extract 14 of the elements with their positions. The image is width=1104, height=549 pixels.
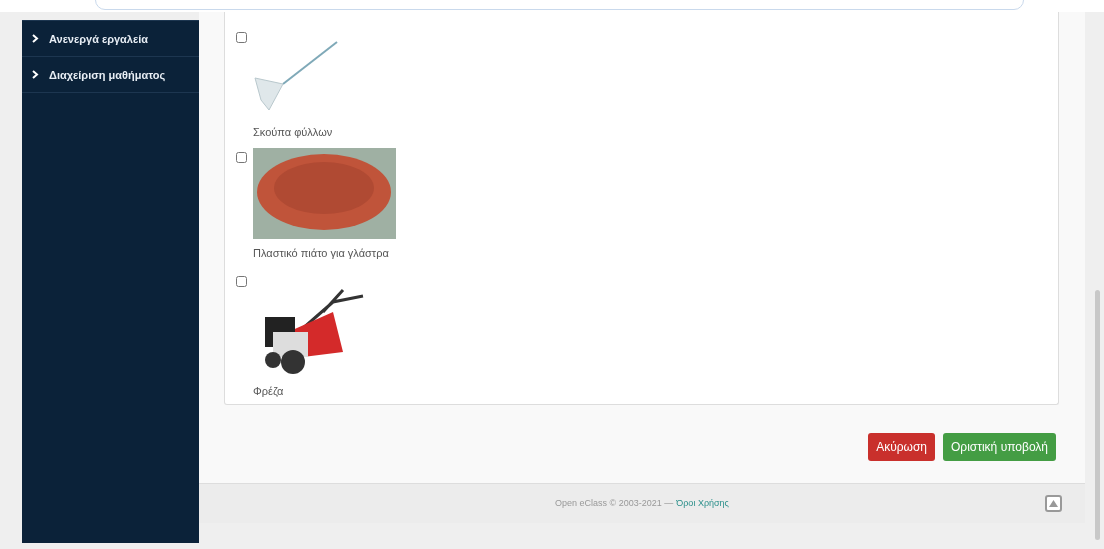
terms-link[interactable]: Όροι Χρήσης — [676, 498, 729, 509]
chevron-icon — [32, 34, 39, 43]
option-checkbox[interactable] — [236, 152, 247, 163]
submit-button[interactable]: Οριστική υποβολή — [943, 433, 1056, 461]
option-caption: Φρέζα — [253, 385, 285, 397]
scrollbar[interactable] — [1095, 290, 1100, 540]
copyright-text: Open eClass © 2003-2021 — — [555, 498, 674, 509]
option-caption: Πλαστικό πιάτο για γλάστρα — [253, 247, 390, 259]
cancel-button[interactable]: Ακύρωση — [868, 433, 935, 461]
option-caption: Σκούπα φύλλων — [253, 126, 334, 138]
chevron-icon — [32, 70, 39, 79]
option-checkbox[interactable] — [236, 276, 247, 287]
option-checkbox[interactable] — [236, 32, 247, 43]
scroll-top-icon[interactable] — [1045, 494, 1062, 512]
